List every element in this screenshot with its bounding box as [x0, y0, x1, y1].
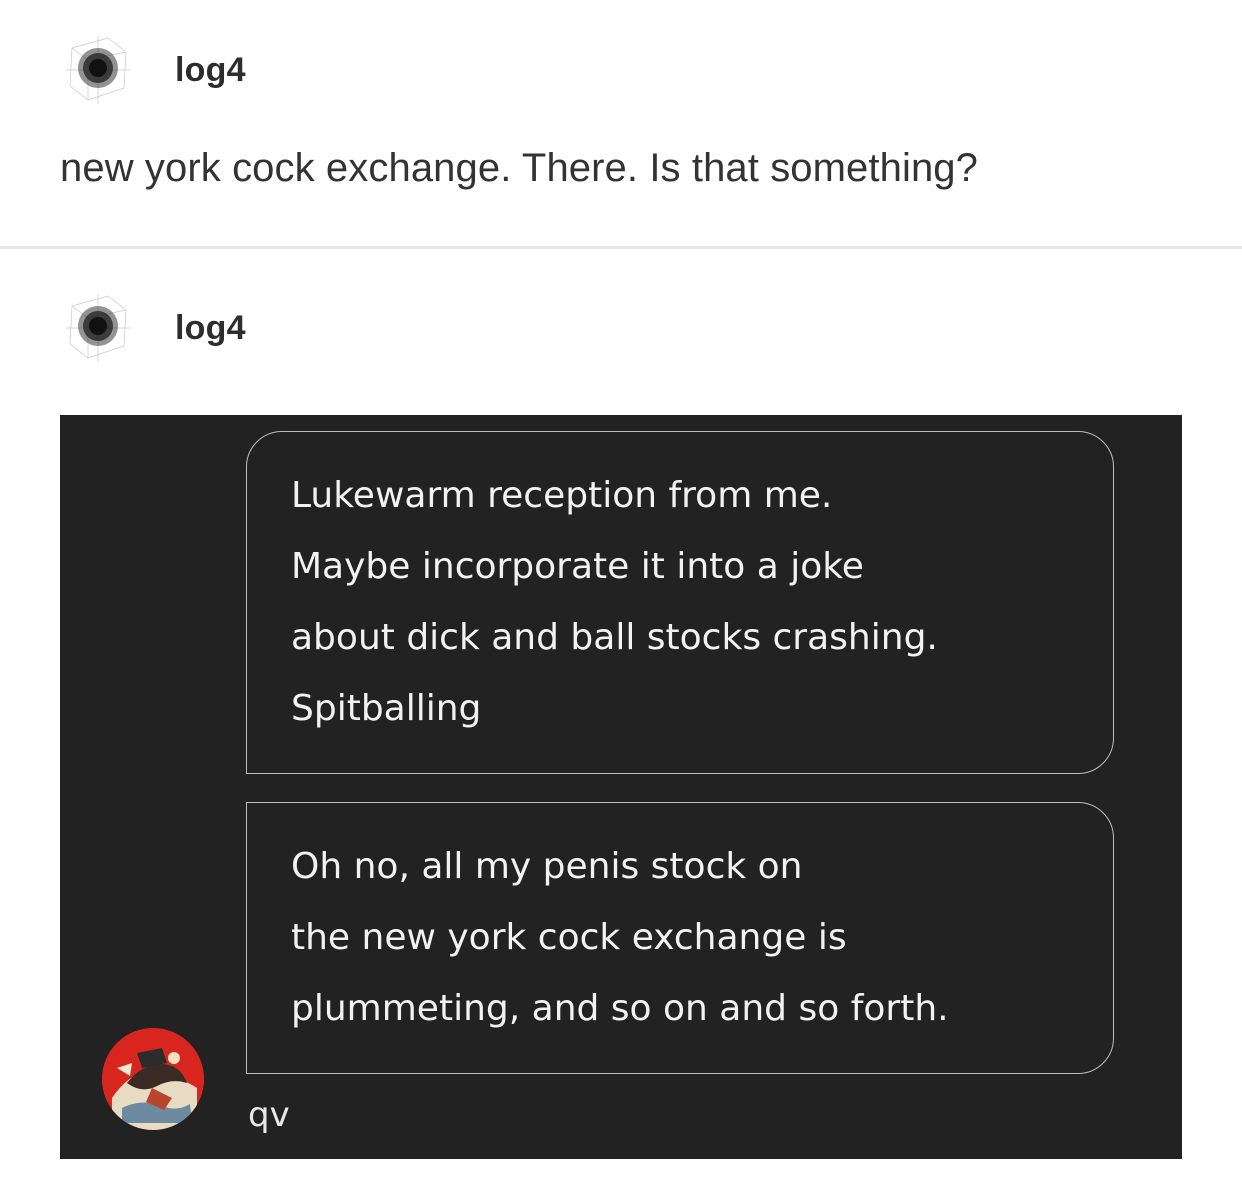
message-line: Maybe incorporate it into a joke — [291, 546, 864, 587]
post-body-text: new york cock exchange. There. Is that s… — [60, 146, 978, 190]
username[interactable]: log4 — [175, 309, 246, 348]
post-divider — [0, 246, 1242, 249]
chat-screenshot: Lukewarm reception from me. Maybe incorp… — [60, 415, 1182, 1159]
message-line: Oh no, all my penis stock on — [291, 846, 803, 887]
sender-avatar — [102, 1028, 204, 1130]
post-header: log4 — [58, 288, 246, 368]
message-line: Spitballing — [291, 688, 482, 729]
message-line: about dick and ball stocks crashing. — [291, 617, 938, 658]
message-line: Lukewarm reception from me. — [291, 475, 833, 516]
message-bubble: Oh no, all my penis stock on the new yor… — [246, 802, 1114, 1074]
message-line: the new york cock exchange is — [291, 917, 847, 958]
post-header: log4 — [58, 30, 246, 110]
message-line: plummeting, and so on and so forth. — [291, 988, 949, 1029]
sender-name: qv — [248, 1095, 290, 1135]
username[interactable]: log4 — [175, 51, 246, 90]
user-avatar[interactable] — [58, 30, 138, 110]
user-avatar[interactable] — [58, 288, 138, 368]
message-bubble: Lukewarm reception from me. Maybe incorp… — [246, 431, 1114, 774]
